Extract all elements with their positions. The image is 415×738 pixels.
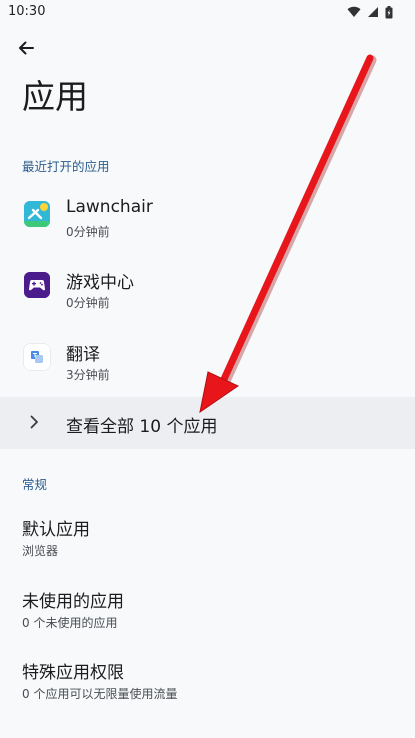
see-all-apps-label: 查看全部 10 个应用: [66, 417, 218, 437]
system-icons: [347, 5, 393, 19]
app-last-opened: 0分钟前: [66, 225, 110, 239]
recent-apps-section-label: 最近打开的应用: [22, 159, 110, 174]
app-name: Lawnchair: [66, 197, 153, 217]
app-row-translate[interactable]: 翻译 3分钟前: [0, 330, 415, 398]
back-button[interactable]: [12, 34, 40, 62]
battery-icon: [385, 5, 393, 18]
see-all-apps-button[interactable]: 查看全部 10 个应用: [0, 397, 415, 449]
game-center-icon: [24, 272, 50, 298]
pref-summary: 浏览器: [22, 544, 59, 558]
back-arrow-icon: [19, 41, 34, 55]
pref-summary: 0 个未使用的应用: [22, 616, 118, 630]
unused-apps-item[interactable]: 未使用的应用 0 个未使用的应用: [0, 579, 415, 645]
pref-summary: 0 个应用可以无限量使用流量: [22, 687, 178, 701]
status-bar: 10:30: [0, 0, 415, 24]
page-title: 应用: [22, 77, 88, 116]
app-last-opened: 3分钟前: [66, 368, 110, 382]
status-time: 10:30: [8, 4, 46, 19]
app-row-lawnchair[interactable]: Lawnchair 0分钟前: [0, 187, 415, 255]
pref-title: 未使用的应用: [22, 592, 124, 612]
general-section-label: 常规: [22, 477, 48, 492]
chevron-right-icon: [30, 415, 38, 429]
app-last-opened: 0分钟前: [66, 296, 110, 310]
signal-icon: [368, 7, 378, 17]
default-apps-item[interactable]: 默认应用 浏览器: [0, 507, 415, 573]
wifi-icon: [347, 6, 361, 18]
special-app-access-item[interactable]: 特殊应用权限 0 个应用可以无限量使用流量: [0, 650, 415, 716]
app-name: 翻译: [66, 345, 100, 365]
app-row-game-center[interactable]: 游戏中心 0分钟前: [0, 258, 415, 326]
pref-title: 特殊应用权限: [22, 663, 124, 683]
lawnchair-icon: [24, 201, 50, 227]
pref-title: 默认应用: [22, 520, 90, 540]
translate-icon: [24, 344, 50, 370]
app-name: 游戏中心: [66, 273, 134, 293]
